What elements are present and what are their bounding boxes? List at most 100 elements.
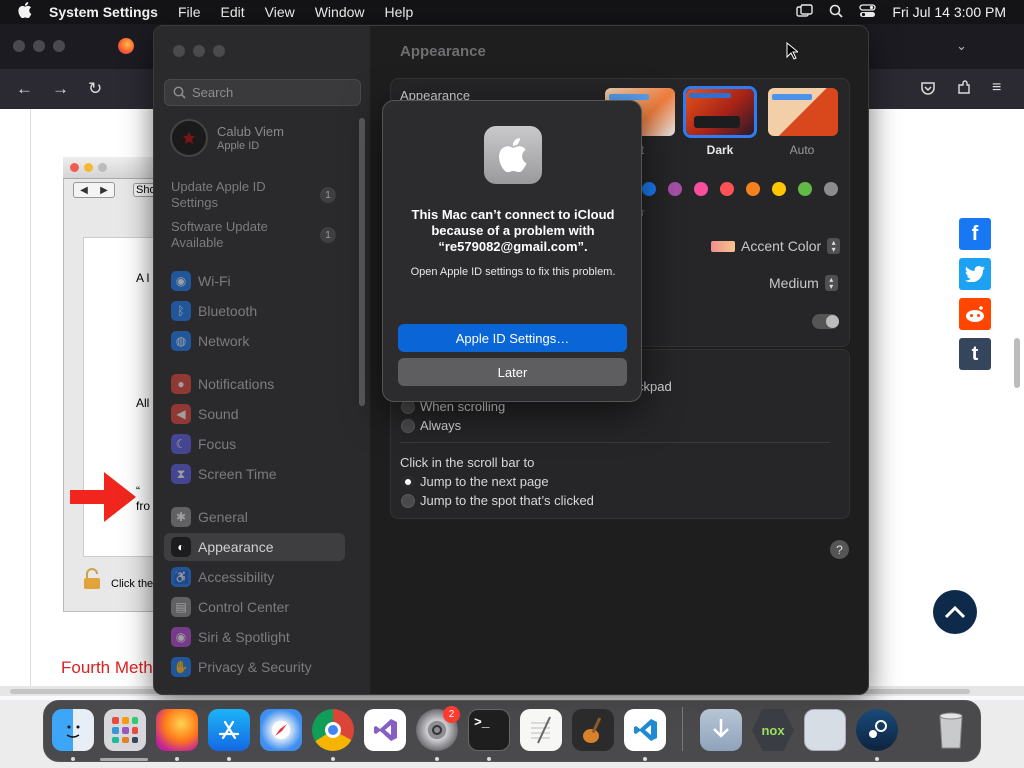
avatar[interactable] <box>170 119 208 157</box>
sidebar-item-privacy-security[interactable]: ✋ Privacy & Security <box>164 653 345 681</box>
click-scrollbar-label: Click in the scroll bar to <box>400 455 535 470</box>
extensions-icon[interactable] <box>956 80 972 101</box>
search-icon[interactable] <box>829 4 844 21</box>
hand-icon: ✋ <box>171 657 191 677</box>
option-next-page[interactable]: Jump to the next page <box>420 474 549 489</box>
sidebar-item-sound[interactable]: ◀ Sound <box>164 400 345 428</box>
browser-minimize-button[interactable] <box>33 40 45 52</box>
dock-vscode-icon[interactable] <box>624 709 666 751</box>
later-button[interactable]: Later <box>398 358 627 386</box>
hamburger-menu-icon[interactable]: ≡ <box>992 79 1001 97</box>
sidebar-item-wi-fi[interactable]: ◉ Wi-Fi <box>164 267 345 295</box>
forward-arrow-icon[interactable]: → <box>52 79 69 99</box>
reddit-share-icon[interactable] <box>959 298 991 330</box>
accent-color-swatch[interactable] <box>798 182 812 196</box>
dock-launchpad-icon[interactable] <box>104 709 146 751</box>
sidebar-item-screen-time[interactable]: ⧗ Screen Time <box>164 460 345 488</box>
tumblr-share-icon[interactable]: t <box>959 338 991 370</box>
sidebar-item-appearance[interactable]: ◐ Appearance <box>164 533 345 561</box>
page-title: Appearance <box>400 43 486 60</box>
accent-color-swatch[interactable] <box>824 182 838 196</box>
dock-firefox-icon[interactable] <box>156 709 198 751</box>
menu-file[interactable]: File <box>178 4 201 20</box>
dock-preview-icon[interactable] <box>804 709 846 751</box>
option-spot-clicked[interactable]: Jump to the spot that’s clicked <box>420 493 594 508</box>
menu-edit[interactable]: Edit <box>221 4 245 20</box>
dock-finder-icon[interactable] <box>52 709 94 751</box>
figure-titlebar <box>63 157 163 179</box>
browser-zoom-button[interactable] <box>53 40 65 52</box>
window-zoom-button[interactable] <box>213 45 225 57</box>
pending-software-update[interactable]: Software Update Available <box>171 219 296 251</box>
menu-view[interactable]: View <box>265 4 295 20</box>
sidebar-item-control-center[interactable]: ▤ Control Center <box>164 593 345 621</box>
search-icon <box>173 86 186 99</box>
sidebar-scrollbar[interactable] <box>359 118 365 406</box>
pending-update-apple-id[interactable]: Update Apple ID Settings <box>171 179 296 211</box>
accent-color-swatch[interactable] <box>746 182 760 196</box>
menubar-clock[interactable]: Fri Jul 14 3:00 PM <box>892 4 1006 20</box>
dock-garageband-icon[interactable] <box>572 709 614 751</box>
radio-always[interactable] <box>401 419 415 433</box>
sidebar-item-general[interactable]: ✱ General <box>164 503 345 531</box>
page-vertical-scroll-thumb[interactable] <box>1014 338 1020 388</box>
dock-textedit-icon[interactable] <box>520 709 562 751</box>
sidebar-item-accessibility[interactable]: ♿ Accessibility <box>164 563 345 591</box>
app-menu[interactable]: System Settings <box>49 4 158 20</box>
apple-id-settings-button[interactable]: Apple ID Settings… <box>398 324 627 352</box>
theme-auto-thumb[interactable] <box>768 88 838 136</box>
sidebar-item-network[interactable]: ◍ Network <box>164 327 345 355</box>
pocket-icon[interactable] <box>920 80 936 101</box>
radio-spot-clicked[interactable] <box>401 494 415 508</box>
sidebar-item-notifications[interactable]: ● Notifications <box>164 370 345 398</box>
firefox-tab-icon[interactable] <box>118 38 134 54</box>
help-button[interactable]: ? <box>830 540 849 559</box>
tab-list-chevron-down-icon[interactable]: ⌄ <box>956 38 967 54</box>
sidebar-item-label: Sound <box>198 406 239 422</box>
accent-color-swatch[interactable] <box>668 182 682 196</box>
control-center-icon[interactable] <box>859 3 877 21</box>
red-arrow-icon <box>70 472 136 527</box>
radio-when-scrolling[interactable] <box>401 400 415 414</box>
sidebar-item-focus[interactable]: ☾ Focus <box>164 430 345 458</box>
siri-icon: ◉ <box>171 627 191 647</box>
facebook-share-icon[interactable]: f <box>959 218 991 250</box>
theme-auto-label[interactable]: Auto <box>767 143 837 157</box>
menu-help[interactable]: Help <box>385 4 414 20</box>
screen-mirroring-icon[interactable] <box>796 3 814 21</box>
accent-color-swatch[interactable] <box>720 182 734 196</box>
figure-zoom-dot <box>98 163 107 172</box>
back-arrow-icon[interactable]: ← <box>16 79 33 99</box>
dock-steam-icon[interactable] <box>856 709 898 751</box>
dock-downloads-icon[interactable] <box>700 709 742 751</box>
sidebar-item-bluetooth[interactable]: ᛒ Bluetooth <box>164 297 345 325</box>
dock-safari-icon[interactable] <box>260 709 302 751</box>
window-minimize-button[interactable] <box>193 45 205 57</box>
accessibility-icon: ♿ <box>171 567 191 587</box>
scroll-to-top-button[interactable] <box>933 590 977 634</box>
accent-color-swatch[interactable] <box>642 182 656 196</box>
dock-trash-icon[interactable] <box>930 709 972 751</box>
dock-app-store-icon[interactable] <box>208 709 250 751</box>
account-name[interactable]: Calub Viem <box>217 124 284 139</box>
menu-window[interactable]: Window <box>315 4 365 20</box>
apple-menu-icon[interactable] <box>18 2 32 22</box>
window-close-button[interactable] <box>173 45 185 57</box>
twitter-share-icon[interactable] <box>959 258 991 290</box>
option-always[interactable]: Always <box>420 418 461 433</box>
dock-chrome-icon[interactable] <box>312 709 354 751</box>
accent-color-swatch[interactable] <box>694 182 708 196</box>
theme-dark-thumb[interactable] <box>686 89 754 135</box>
browser-close-button[interactable] <box>13 40 25 52</box>
sidebar-item-siri-spotlight[interactable]: ◉ Siri & Spotlight <box>164 623 345 651</box>
dock-visual-studio-icon[interactable] <box>364 709 406 751</box>
settings-search-field[interactable]: Search <box>164 79 361 106</box>
theme-dark-label[interactable]: Dark <box>685 143 755 157</box>
sidebar-item-label: Focus <box>198 436 237 452</box>
highlight-color-popup[interactable]: Accent Color ▴ ▾ <box>711 238 841 254</box>
accent-color-swatch[interactable] <box>772 182 786 196</box>
dock-terminal-icon[interactable]: >_ <box>468 709 510 751</box>
reload-icon[interactable]: ↻ <box>88 79 102 99</box>
radio-next-page[interactable] <box>401 475 415 489</box>
sidebar-icon-size-popup[interactable]: Medium ▴ ▾ <box>769 275 838 291</box>
